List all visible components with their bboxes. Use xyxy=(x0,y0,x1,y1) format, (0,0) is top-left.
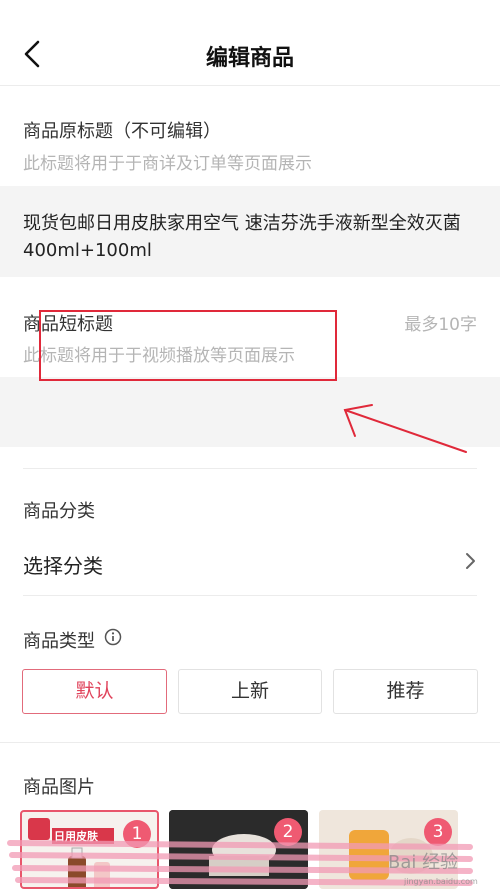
red-arrow-annotation xyxy=(343,404,467,453)
watermark-text: Bai 经验 xyxy=(388,852,458,873)
annotation-overlay: Bai 经验 jingyan.baidu.com xyxy=(7,310,478,886)
highlight-box xyxy=(39,310,337,381)
watermark-sub: jingyan.baidu.com xyxy=(403,877,478,886)
